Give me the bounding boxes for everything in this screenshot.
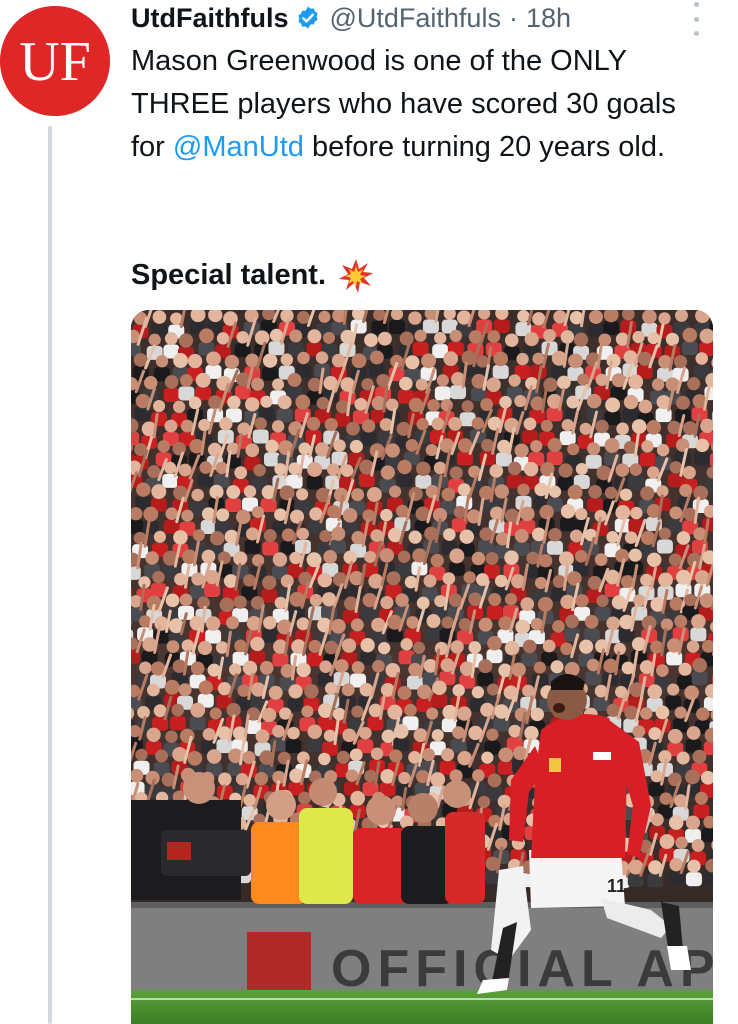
handle[interactable]: @UtdFaithfuls xyxy=(329,3,500,34)
tweet-text: Mason Greenwood is one of the ONLY THREE… xyxy=(131,40,711,169)
emphasis-text: Special talent. xyxy=(131,259,327,291)
more-options-icon[interactable] xyxy=(684,2,708,36)
celebration-photo: OFFICIAL APP xyxy=(131,310,713,1024)
shirt-number: 11 xyxy=(607,876,626,896)
mention-link[interactable]: @ManUtd xyxy=(173,131,304,163)
tweet-header: UtdFaithfuls @UtdFaithfuls · 18h xyxy=(131,0,571,36)
tweet-text-part-2: before turning 20 years old. xyxy=(303,131,666,163)
separator-dot: · xyxy=(508,2,518,33)
tweet[interactable]: UF UtdFaithfuls @UtdFaithfuls · 18h Maso… xyxy=(0,0,738,1024)
uf-logo: UF xyxy=(0,6,110,116)
thread-line xyxy=(48,126,52,1024)
avatar-logo-text: UF xyxy=(19,31,91,93)
display-name[interactable]: UtdFaithfuls xyxy=(131,3,288,34)
verified-badge-icon xyxy=(295,5,321,31)
collision-icon xyxy=(338,258,374,294)
avatar[interactable]: UF xyxy=(0,6,110,116)
tweet-photo[interactable]: OFFICIAL APP xyxy=(131,310,713,1024)
pitch xyxy=(131,990,713,1024)
board-logo xyxy=(247,932,311,990)
timestamp[interactable]: 18h xyxy=(526,3,571,34)
fans-front xyxy=(353,780,485,904)
tweet-emphasis-line: Special talent. xyxy=(131,254,374,297)
board-text: OFFICIAL APP xyxy=(331,940,713,998)
